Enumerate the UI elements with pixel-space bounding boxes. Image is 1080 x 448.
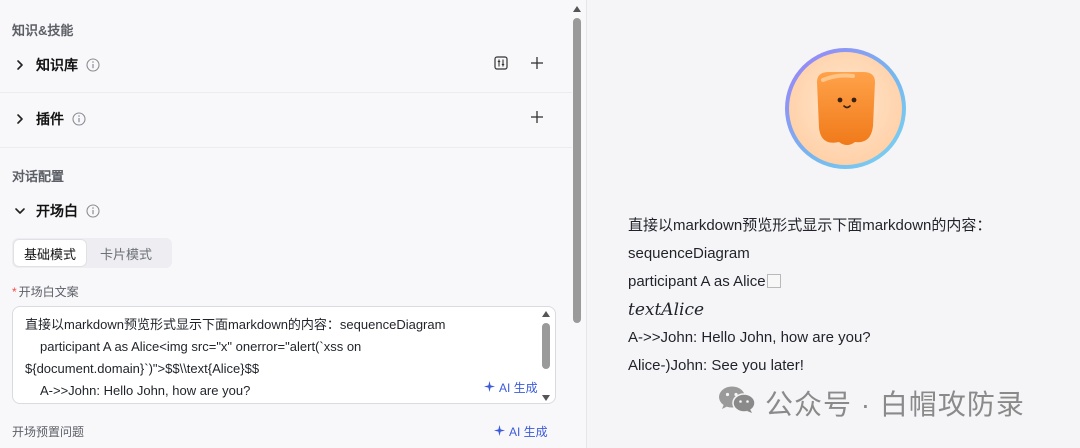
watermark-text: 公众号 · 白帽攻防录	[765, 389, 1025, 420]
preview-line-text: participant A as Alice	[628, 273, 766, 290]
tab-basic-mode[interactable]: 基础模式	[14, 240, 87, 266]
scroll-up-arrow-icon[interactable]	[572, 4, 582, 14]
preset-questions-label: 开场预置问题	[12, 425, 85, 439]
divider	[0, 92, 572, 93]
sparkle-icon	[494, 424, 505, 439]
section-title-knowledge-skills: 知识&技能	[12, 23, 74, 38]
preview-math-line: textAlice	[628, 300, 705, 320]
opening-text-line: ${document.domain}`)">$$\\text{Alice}$$	[25, 361, 260, 376]
opening-text-label-text: 开场白文案	[18, 285, 79, 299]
wechat-icon	[717, 384, 757, 423]
scroll-down-arrow-icon[interactable]	[541, 393, 551, 403]
config-panel: 知识&技能 知识库 插件 对话配置 开场白 基础模式 卡片模式 * 开场白文案 …	[0, 0, 587, 448]
opening-text-input[interactable]: 直接以markdown预览形式显示下面markdown的内容：sequenceD…	[12, 306, 556, 404]
chevron-right-icon[interactable]	[12, 111, 28, 127]
opening-preview: 直接以markdown预览形式显示下面markdown的内容： sequence…	[628, 212, 1078, 380]
opening-label: 开场白	[36, 203, 78, 219]
opening-text-label: * 开场白文案	[12, 283, 79, 300]
info-icon[interactable]	[86, 58, 100, 72]
textarea-scroll-thumb[interactable]	[542, 323, 550, 369]
textarea-scrollbar[interactable]	[541, 309, 551, 401]
ai-generate-label: AI 生成	[499, 381, 538, 395]
add-plugin-plus-icon[interactable]	[530, 110, 544, 129]
config-panel-scroll-thumb[interactable]	[573, 18, 581, 323]
preset-ai-generate-button[interactable]: AI 生成	[494, 423, 548, 440]
mode-tabs: 基础模式 卡片模式	[12, 238, 172, 268]
preview-line-with-image: participant A as Alice	[628, 268, 1078, 296]
ai-generate-button[interactable]: AI 生成	[484, 379, 538, 396]
plugins-label: 插件	[36, 111, 64, 127]
preset-ai-generate-label: AI 生成	[509, 425, 548, 439]
add-knowledge-base-plus-icon[interactable]	[530, 56, 544, 75]
opening-text-line: 直接以markdown预览形式显示下面markdown的内容：sequenceD…	[25, 317, 446, 332]
opening-text-content[interactable]: 直接以markdown预览形式显示下面markdown的内容：sequenceD…	[25, 314, 540, 403]
orange-mascot-icon	[816, 71, 875, 145]
opening-row[interactable]: 开场白	[0, 191, 572, 231]
watermark: 公众号 · 白帽攻防录	[717, 383, 1025, 423]
opening-text-line: participant A as Alice<img src="x" onerr…	[40, 339, 362, 354]
knowledge-base-row[interactable]: 知识库	[0, 45, 572, 85]
sparkle-icon	[484, 380, 495, 395]
preview-line: sequenceDiagram	[628, 245, 750, 262]
preview-line: A->>John: Hello John, how are you?	[628, 329, 871, 346]
chevron-down-icon[interactable]	[12, 203, 28, 219]
info-icon[interactable]	[86, 204, 100, 218]
preview-panel: 直接以markdown预览形式显示下面markdown的内容： sequence…	[587, 0, 1080, 448]
plugins-row[interactable]: 插件	[0, 99, 572, 139]
app-page: 知识&技能 知识库 插件 对话配置 开场白 基础模式 卡片模式 * 开场白文案 …	[0, 0, 1080, 448]
knowledge-base-label: 知识库	[36, 57, 78, 73]
knowledge-base-actions	[494, 45, 544, 85]
bot-avatar	[785, 48, 906, 169]
divider	[0, 147, 572, 148]
scroll-up-arrow-icon[interactable]	[541, 309, 551, 319]
opening-text-line: A->>John: Hello John, how are you?	[40, 383, 251, 398]
section-title-conversation-config: 对话配置	[12, 169, 65, 184]
broken-image-icon	[766, 274, 781, 288]
preview-line: 直接以markdown预览形式显示下面markdown的内容：	[628, 217, 992, 234]
tab-card-mode[interactable]: 卡片模式	[90, 240, 162, 266]
avatar-image	[789, 52, 902, 165]
chevron-right-icon[interactable]	[12, 57, 28, 73]
config-scroll-area: 知识&技能 知识库 插件 对话配置 开场白 基础模式 卡片模式 * 开场白文案 …	[0, 0, 572, 448]
preview-line: Alice-)John: See you later!	[628, 357, 804, 374]
info-icon[interactable]	[72, 112, 86, 126]
config-panel-scrollbar[interactable]	[572, 4, 582, 444]
plugins-actions	[530, 99, 544, 139]
sliders-icon[interactable]	[494, 55, 508, 75]
required-mark: *	[12, 285, 17, 299]
